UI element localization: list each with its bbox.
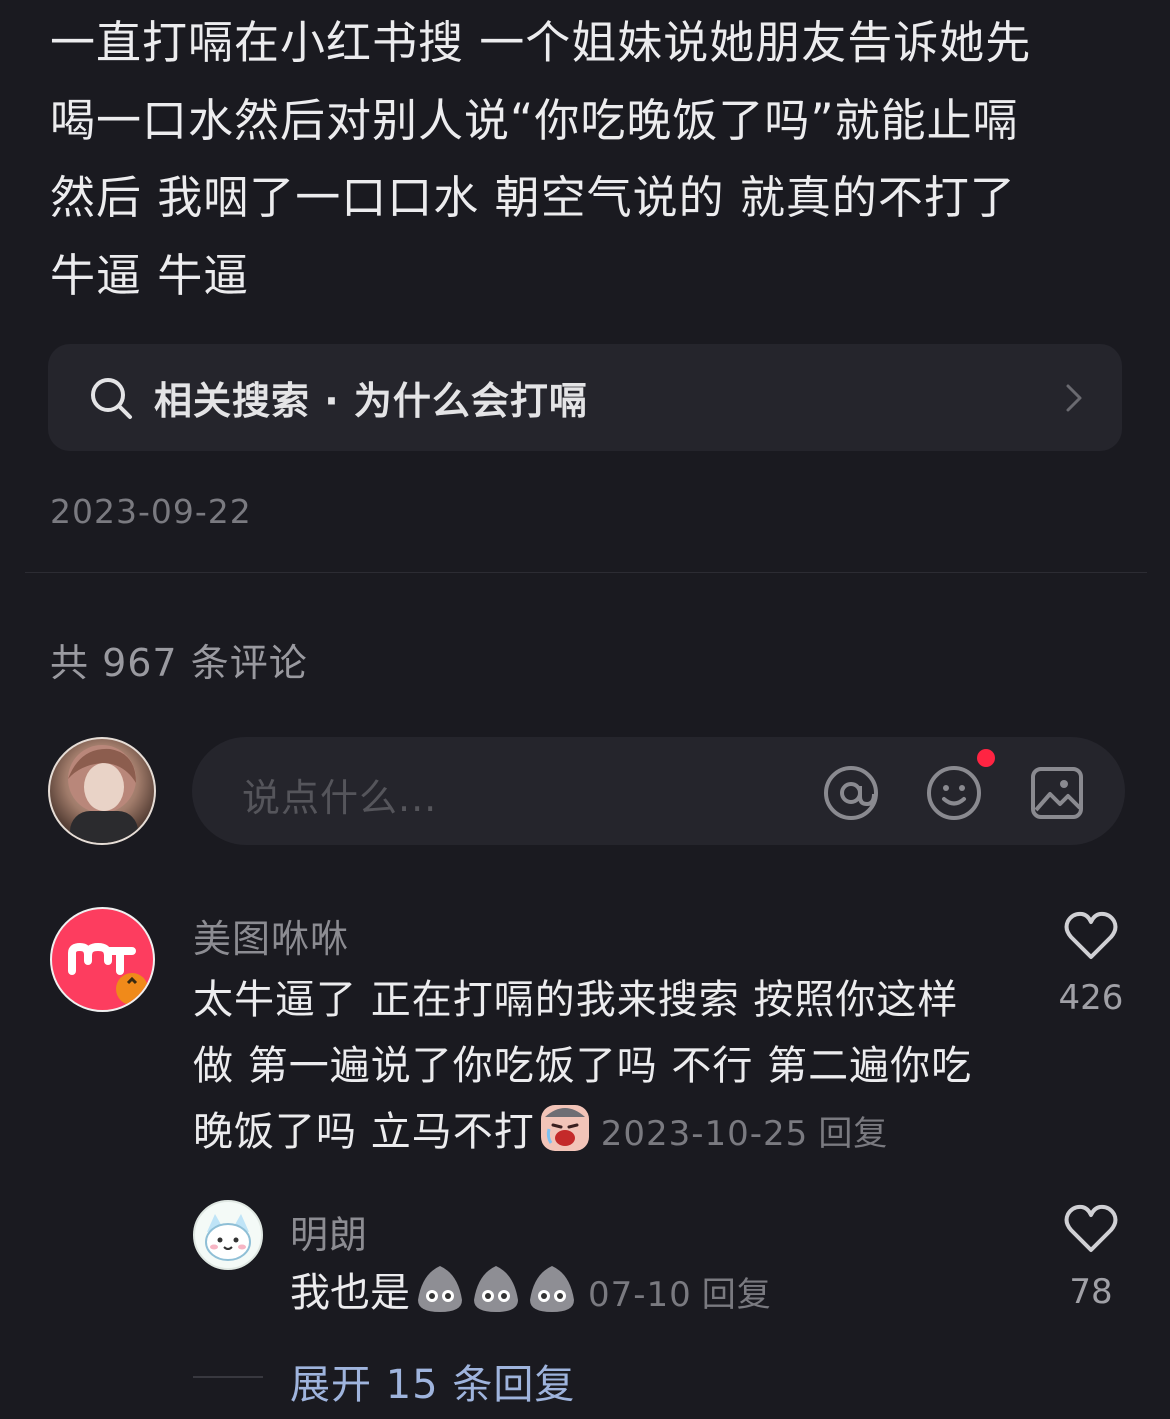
grey-blob-sticker-icon [474,1266,518,1312]
crying-face-sticker-icon [540,1105,589,1151]
comment-date: 2023-10-25 [600,1114,809,1154]
divider [25,572,1147,573]
expand-divider [193,1376,263,1378]
reply-date: 07-10 [588,1275,692,1315]
grey-blob-sticker-icon [530,1266,574,1312]
avatar-illustration [68,745,138,843]
comment-input[interactable]: 说点什么... [192,737,1125,845]
post-line: 然后 我咽了一口口水 朝空气说的 就真的不打了 [50,171,1016,224]
reply-text-content: 我也是 [290,1270,410,1316]
replier-avatar[interactable] [193,1200,263,1270]
expand-replies-button[interactable]: 展开 15 条回复 [290,1352,575,1410]
chevron-right-icon [1066,384,1082,412]
at-icon[interactable] [822,764,880,822]
related-search-card[interactable]: 相关搜索 · 为什么会打嗝 [48,344,1122,451]
comment-input-placeholder: 说点什么... [242,776,438,820]
post-date: 2023-09-22 [50,492,252,531]
comment-line: 太牛逼了 正在打嗝的我来搜索 按照你这样 [193,977,959,1023]
comment-line-text: 晚饭了吗 立马不打 [193,1109,535,1155]
reply-text: 我也是 07-10 回复 [290,1262,772,1325]
post-body: 一直打嗝在小红书搜 一个姐妹说她朋友告诉她先 喝一口水然后对别人说“你吃晚饭了吗… [50,4,1130,314]
note-detail-page: 一直打嗝在小红书搜 一个姐妹说她朋友告诉她先 喝一口水然后对别人说“你吃晚饭了吗… [0,0,1170,1419]
comment-line: 晚饭了吗 立马不打 2023-10-25 回复 [193,1099,1013,1167]
related-search-label: 相关搜索 · 为什么会打嗝 [154,379,588,423]
post-line: 喝一口水然后对别人说“你吃晚饭了吗”就能止嗝 [50,93,1019,147]
my-avatar[interactable] [48,737,156,845]
emoji-icon[interactable] [925,764,983,822]
reply-like-count: 78 [1069,1272,1113,1312]
grey-blob-sticker-icon [418,1266,462,1312]
post-line: 一直打嗝在小红书搜 一个姐妹说她朋友告诉她先 [50,16,1032,69]
image-icon[interactable] [1028,764,1086,822]
replier-name[interactable]: 明朗 [290,1204,368,1259]
comment-count: 共 967 条评论 [50,641,308,685]
heart-icon[interactable] [1064,1204,1118,1254]
meitu-logo-icon [68,943,148,1005]
commenter-avatar[interactable] [50,907,155,1012]
notification-dot [977,749,995,767]
reply-reply-button[interactable]: 回复 [702,1275,772,1315]
comment-reply-button[interactable]: 回复 [818,1114,888,1154]
search-icon [91,377,132,419]
comment-line: 做 第一遍说了你吃饭了吗 不行 第二遍你吃 [193,1043,973,1089]
post-line: 牛逼 牛逼 [50,248,250,302]
commenter-name[interactable]: 美图咻咻 [193,908,349,963]
cartoon-cat-avatar-icon [205,1214,251,1261]
comment-text: 太牛逼了 正在打嗝的我来搜索 按照你这样 做 第一遍说了你吃饭了吗 不行 第二遍… [193,967,1013,1167]
comment-like-count: 426 [1058,978,1124,1018]
heart-icon[interactable] [1064,911,1118,961]
